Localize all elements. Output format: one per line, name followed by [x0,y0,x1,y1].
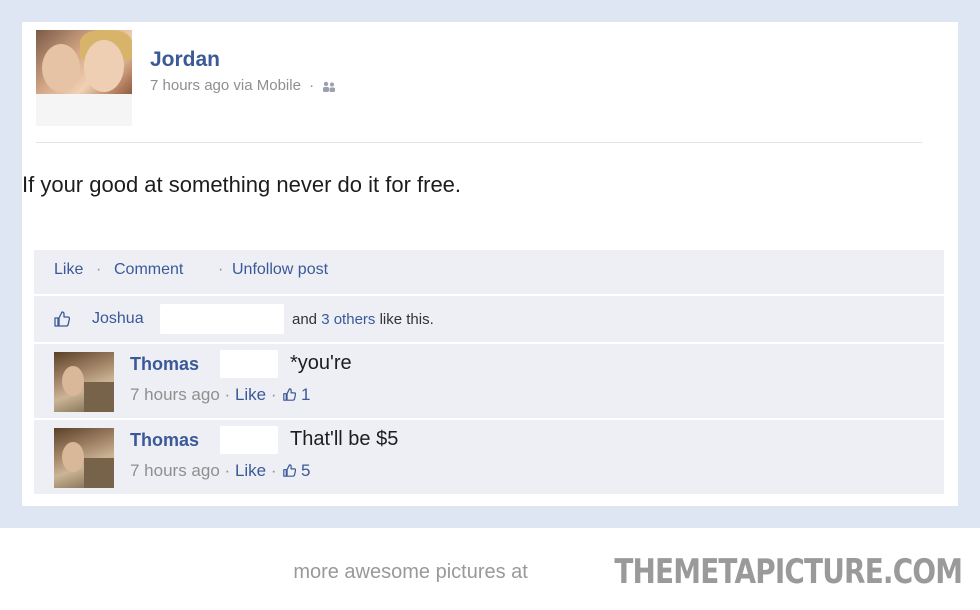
post-actions-bar: Like · Comment · Unfollow post [34,250,944,294]
comment-meta: 7 hours ago · Like · 1 [130,385,310,405]
thumbs-up-icon [283,388,297,401]
post-meta: 7 hours ago via Mobile · [150,77,336,94]
redaction-box [220,426,278,454]
separator-dot: · [96,261,102,278]
liker-name[interactable]: Joshua [92,310,144,328]
separator-dot: · [224,461,231,480]
comment-like-count[interactable]: 5 [301,461,310,480]
comment-author[interactable]: Thomas [130,354,199,375]
others-link[interactable]: 3 others [321,311,375,328]
site-brand: THEMETAPICTURE.COM [614,552,963,592]
separator-dot: · [309,77,315,94]
comment-item: Thomas *you're 7 hours ago · Like · 1 [34,344,944,418]
comment-time[interactable]: 7 hours ago [130,385,220,404]
post-time[interactable]: 7 hours ago [150,77,229,94]
separator-dot: · [270,461,277,480]
footer-text: more awesome pictures at [293,560,528,583]
redaction-box [160,304,284,334]
friends-icon[interactable] [322,81,336,92]
thumbs-up-icon [54,311,70,327]
comment-link[interactable]: Comment [114,261,183,279]
like-link[interactable]: Like [54,261,83,279]
comment-like-count[interactable]: 1 [301,385,310,404]
likes-summary: Joshua and 3 others like this. [34,296,944,342]
comment-item: Thomas That'll be $5 7 hours ago · Like … [34,420,944,494]
avatar[interactable] [54,428,114,488]
likes-and: and [292,311,318,328]
comment-author[interactable]: Thomas [130,430,199,451]
comment-text: That'll be $5 [290,428,399,450]
watermark-footer: more awesome pictures at THEMETAPICTURE.… [293,550,963,594]
comment-time[interactable]: 7 hours ago [130,461,220,480]
likes-text: and 3 others like this. [292,311,434,328]
comment-meta: 7 hours ago · Like · 5 [130,461,310,481]
avatar[interactable] [36,30,132,126]
poster-name[interactable]: Jordan [150,48,220,72]
comment-like-link[interactable]: Like [235,385,266,404]
thumbs-up-icon [283,464,297,477]
unfollow-post-link[interactable]: Unfollow post [232,261,328,279]
likes-suffix: like this. [379,311,434,328]
separator-dot: · [218,261,224,278]
comment-like-link[interactable]: Like [235,461,266,480]
post-text: If your good at something never do it fo… [22,172,462,197]
post-via: via Mobile [233,77,301,94]
separator-dot: · [270,385,277,404]
redaction-box [220,350,278,378]
avatar[interactable] [54,352,114,412]
separator-dot: · [224,385,231,404]
comment-text: *you're [290,352,352,374]
post-header: Jordan 7 hours ago via Mobile · [36,30,922,143]
